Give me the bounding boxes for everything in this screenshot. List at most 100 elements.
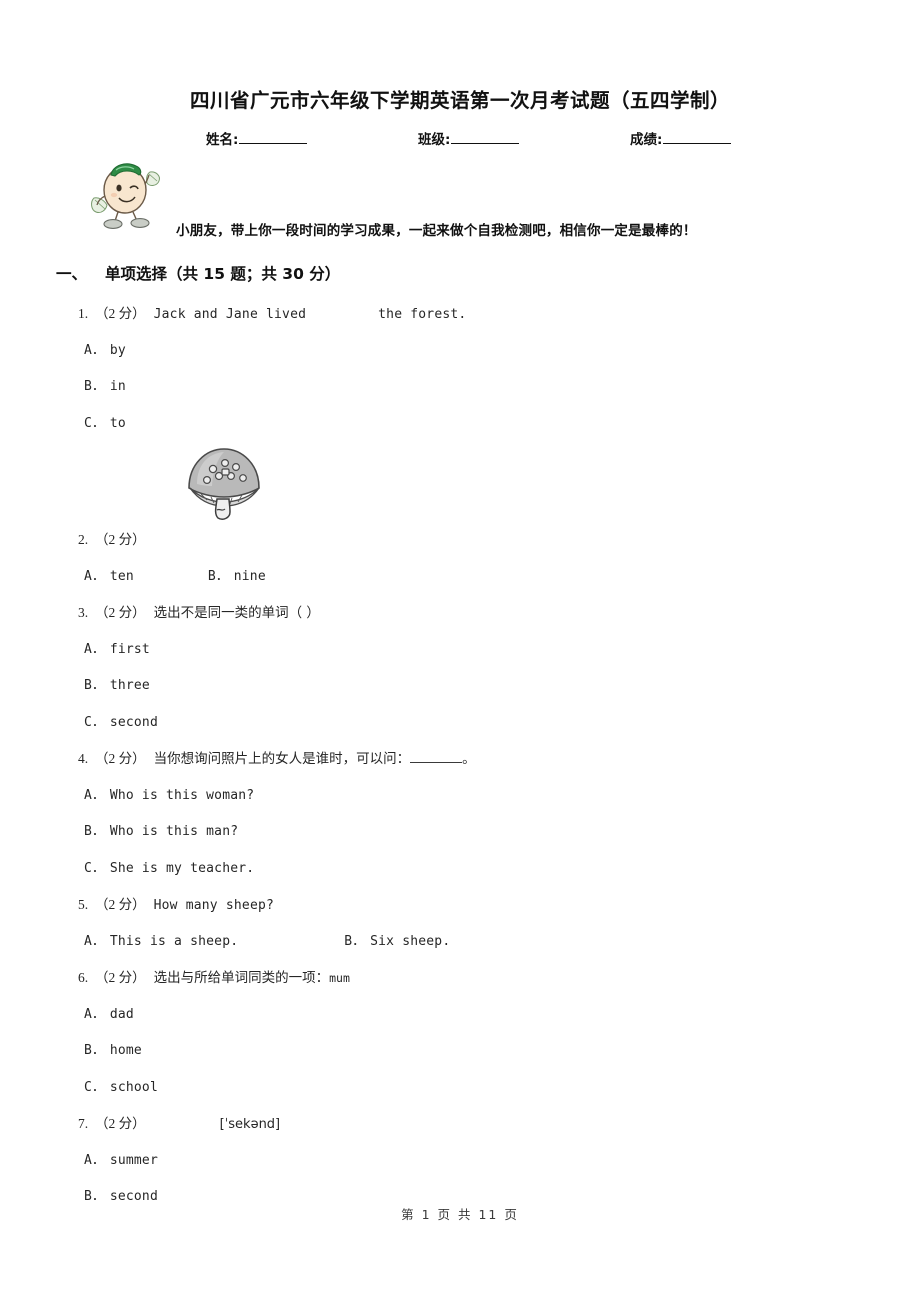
question-3-points: （2 分）	[95, 605, 146, 620]
question-3-stem: 3. （2 分） 选出不是同一类的单词（ ）	[0, 595, 920, 632]
option-text: This is a sheep.	[109, 933, 239, 949]
question-4-points: （2 分）	[95, 751, 146, 766]
question-4-option-c[interactable]: C． She is my teacher.	[0, 851, 920, 888]
option-key: C．	[84, 415, 105, 431]
option-text: school	[109, 1079, 158, 1095]
question-2-option-b[interactable]: B． nine	[208, 559, 266, 596]
question-3-number: 3.	[78, 605, 89, 620]
question-4-option-a[interactable]: A． Who is this woman?	[0, 778, 920, 815]
question-5-options[interactable]: A． This is a sheep. B． Six sheep.	[0, 924, 920, 961]
question-6-option-b[interactable]: B． home	[0, 1033, 920, 1070]
question-1-stem-after: the forest.	[378, 307, 467, 322]
question-5-stem: 5. （2 分） How many sheep?	[0, 887, 920, 924]
option-key: B．	[207, 568, 229, 584]
option-text: three	[109, 678, 150, 693]
question-1-stem: 1. （2 分） Jack and Jane lived the forest.	[0, 296, 920, 333]
question-7-ipa: [ˈsekənd]	[219, 1117, 281, 1132]
question-1-option-a[interactable]: A． by	[0, 333, 920, 370]
option-text: by	[109, 342, 126, 358]
option-text: ten	[109, 568, 134, 584]
question-7-number: 7.	[78, 1116, 89, 1131]
question-5-option-b[interactable]: B． Six sheep.	[344, 924, 450, 961]
section-title: 单项选择	[105, 265, 168, 283]
class-blank[interactable]	[451, 130, 520, 144]
score-blank[interactable]	[663, 130, 732, 144]
question-4-stem-before: 当你想询问照片上的女人是谁时，可以问：	[153, 751, 411, 767]
question-3-option-c[interactable]: C． second	[0, 705, 920, 742]
score-label: 成绩:	[630, 132, 663, 148]
option-key: B．	[84, 1043, 105, 1058]
question-1-option-b[interactable]: B． in	[0, 369, 920, 406]
question-6-points: （2 分）	[95, 970, 146, 985]
question-1-points: （2 分）	[95, 306, 146, 321]
option-text: summer	[109, 1152, 158, 1168]
question-2-points: （2 分）	[95, 532, 146, 547]
option-text: home	[109, 1043, 142, 1058]
question-6-stem-cn: 选出与所给单词同类的一项：	[153, 970, 330, 986]
option-text: She is my teacher.	[109, 860, 255, 876]
question-6-option-c[interactable]: C． school	[0, 1070, 920, 1107]
option-text: Who is this woman?	[109, 787, 255, 803]
question-3-option-a[interactable]: A． first	[0, 632, 920, 669]
option-key: B．	[84, 379, 105, 394]
exam-page: 四川省广元市六年级下学期英语第一次月考试题（五四学制） 姓名: 班级: 成绩:	[0, 0, 920, 1302]
question-1-option-c[interactable]: C． to	[0, 406, 920, 443]
question-7-option-a[interactable]: A． summer	[0, 1143, 920, 1180]
name-field: 姓名:	[206, 128, 308, 148]
question-2-stem: 2. （2 分）	[0, 522, 920, 559]
questions-body: 1. （2 分） Jack and Jane lived the forest. A．…	[0, 296, 920, 1216]
class-label: 班级:	[418, 132, 451, 148]
option-text: dad	[109, 1006, 134, 1022]
cartoon-kid-mascot-icon	[91, 163, 160, 229]
question-2-figure-area	[0, 442, 920, 522]
section-number: 一、	[56, 265, 88, 283]
question-4-stem-after: 。	[462, 751, 476, 767]
question-2-number: 2.	[78, 532, 89, 547]
question-6-stem-word: mum	[329, 971, 350, 985]
question-7-points: （2 分）	[95, 1116, 146, 1131]
option-key: A．	[84, 787, 105, 803]
question-4-answer-blank[interactable]	[410, 750, 463, 763]
option-text: Six sheep.	[370, 933, 451, 949]
option-key: A．	[84, 1152, 105, 1168]
option-text: second	[109, 1189, 158, 1204]
option-text: nine	[233, 568, 266, 584]
option-text: Who is this man?	[109, 824, 239, 839]
name-blank[interactable]	[239, 130, 308, 144]
section-heading: 一、 单项选择（共 15 题；共 30 分）	[56, 262, 340, 284]
name-label: 姓名:	[206, 132, 239, 148]
question-5-points: （2 分）	[95, 897, 146, 912]
option-key: A．	[84, 933, 105, 949]
question-6-option-a[interactable]: A． dad	[0, 997, 920, 1034]
page-footer: 第 1 页 共 11 页	[401, 1207, 519, 1222]
question-5-stem-text: How many sheep?	[153, 898, 275, 913]
question-4-option-b[interactable]: B． Who is this man?	[0, 814, 920, 851]
option-key: C．	[84, 1079, 105, 1095]
option-text: in	[109, 379, 126, 394]
option-key: C．	[84, 860, 105, 876]
section-meta: （共 15 题；共 30 分）	[167, 265, 341, 283]
question-1-stem-before: Jack and Jane lived	[153, 307, 307, 322]
question-4-stem: 4. （2 分） 当你想询问照片上的女人是谁时，可以问： 。	[0, 741, 920, 778]
option-text: second	[109, 714, 158, 730]
question-6-stem: 6. （2 分） 选出与所给单词同类的一项：mum	[0, 960, 920, 997]
option-key: A．	[84, 568, 105, 584]
question-4-number: 4.	[78, 751, 89, 766]
question-3-option-b[interactable]: B． three	[0, 668, 920, 705]
question-7-stem: 7. （2 分） [ˈsekənd]	[0, 1106, 920, 1143]
option-key: C．	[84, 714, 105, 730]
option-key: A．	[84, 342, 105, 358]
question-1-number: 1.	[78, 306, 89, 321]
option-key: B．	[84, 824, 105, 839]
intro-text: 小朋友，带上你一段时间的学习成果，一起来做个自我检测吧，相信你一定是最棒的！	[176, 223, 697, 239]
class-field: 班级:	[418, 128, 520, 148]
option-key: A．	[84, 1006, 105, 1022]
option-text: first	[109, 641, 150, 657]
option-text: to	[109, 415, 126, 431]
mushroom-illustration-icon	[188, 448, 260, 520]
score-field: 成绩:	[630, 128, 732, 148]
question-2-options[interactable]: A． ten B． nine	[0, 559, 920, 596]
question-5-number: 5.	[78, 897, 89, 912]
question-6-number: 6.	[78, 970, 89, 985]
question-3-stem-text: 选出不是同一类的单词（ ）	[153, 605, 320, 621]
